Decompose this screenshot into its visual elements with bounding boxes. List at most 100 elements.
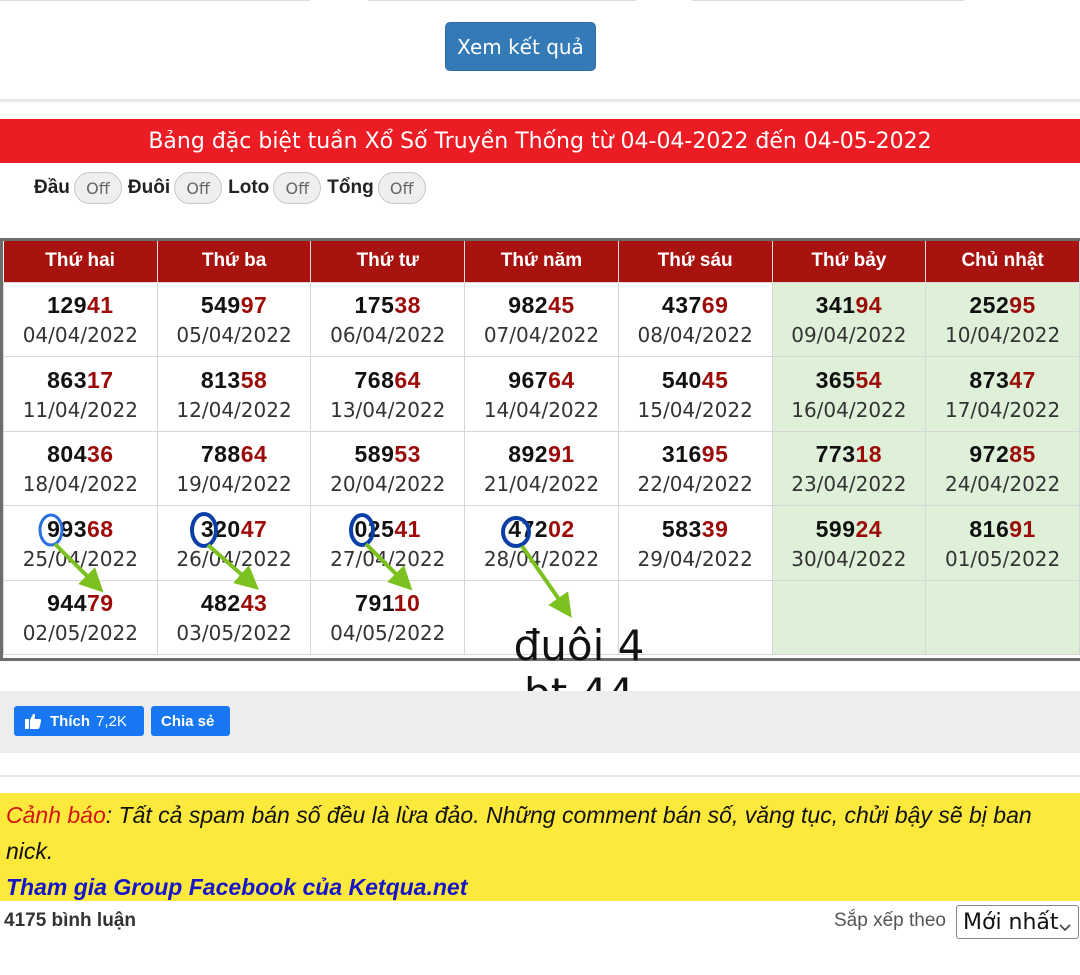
warning-notice: Cảnh báo: Tất cả spam bán số đều là lừa … [0,793,1080,901]
number-tail: 36 [86,441,114,468]
result-cell: 17538 06/04/2022 [310,281,466,357]
draw-date: 10/04/2022 [944,323,1061,348]
number-head: 967 [508,366,549,393]
result-cell: 77318 23/04/2022 [771,430,927,506]
result-cell: 32047 26/04/2022 [156,505,312,581]
draw-date: 24/04/2022 [944,472,1061,497]
number-head: 599 [815,515,856,542]
number-tail: 53 [394,441,421,468]
number-tail: 41 [86,292,114,319]
chevron-down-icon [1058,915,1072,932]
number-tail: 41 [394,515,421,542]
warning-label: Cảnh báo [6,802,106,828]
thumbs-up-icon [24,712,42,730]
number-head: 472 [508,515,549,542]
facebook-like-button[interactable]: Thích 7,2K [14,706,144,736]
result-cell: 31695 22/04/2022 [617,430,773,506]
draw-date: 04/04/2022 [22,323,138,348]
result-cell: 59924 30/04/2022 [771,505,927,581]
column-header: Thứ năm [464,241,619,282]
number-tail: 47 [1009,366,1036,393]
social-bar: Thích 7,2K Chia sẻ [0,691,1080,753]
number-head: 982 [508,292,549,319]
result-cell: 12941 04/04/2022 [3,281,158,357]
special-prize-number: 32047 [158,514,311,544]
column-header: Thứ ba [157,241,312,282]
special-prize-number: 97285 [926,439,1079,469]
top-divider [0,0,1080,3]
number-tail: 54 [855,366,883,393]
number-tail: 64 [394,366,421,393]
results-table-container: Thứ hai Thứ ba Thứ tư Thứ năm Thứ sáu Thứ bảy… [0,238,1080,661]
number-head: 863 [47,366,87,393]
number-tail: 18 [855,441,883,468]
number-tail: 02 [548,515,575,542]
result-cell: 48243 03/05/2022 [156,579,312,655]
special-prize-number: 99368 [4,514,157,544]
result-cell: 81358 12/04/2022 [156,356,312,432]
facebook-share-button[interactable]: Chia sẻ [151,706,230,736]
special-prize-number: 77318 [773,439,926,469]
special-prize-number: 02541 [311,514,464,544]
special-prize-number: 86317 [4,365,157,395]
number-tail: 17 [86,366,114,393]
draw-date: 15/04/2022 [637,397,753,422]
number-head: 972 [969,441,1010,468]
result-cell: 80436 18/04/2022 [3,430,158,506]
facebook-group-link[interactable]: Tham gia Group Facebook của Ketqua.net [6,869,1074,905]
result-cell: 25295 10/04/2022 [925,281,1080,357]
number-tail: 39 [701,515,729,542]
number-tail: 94 [855,292,883,319]
number-head: 583 [661,515,702,542]
number-head: 482 [200,590,241,617]
number-head: 320 [200,515,241,542]
number-tail: 85 [1009,441,1036,468]
special-prize-number: 94479 [4,588,157,618]
special-prize-number: 59924 [773,514,926,544]
number-tail: 10 [393,590,421,617]
draw-date: 03/05/2022 [176,621,292,646]
number-head: 791 [355,590,394,617]
number-head: 993 [47,515,87,542]
result-cell: 94479 02/05/2022 [3,579,158,655]
special-prize-number: 81691 [926,514,1079,544]
special-prize-number: 54045 [619,365,772,395]
annotation-line-1: đuôi 4 [513,621,645,670]
special-prize-number: 96764 [465,365,618,395]
like-label: Thích [50,712,90,730]
view-results-button[interactable]: Xem kết quả [445,22,596,71]
number-head: 129 [47,292,87,319]
toggle-tong[interactable]: Off [377,172,426,204]
draw-date: 16/04/2022 [791,397,907,422]
number-tail: 38 [394,292,421,319]
result-cell: 79110 04/05/2022 [310,579,466,655]
filter-toggles: Đầu Off Đuôi Off Loto Off Tổng Off [34,171,432,205]
result-cell: 98245 07/04/2022 [464,281,619,357]
toggle-duoi[interactable]: Off [174,172,223,204]
number-head: 873 [969,366,1010,393]
special-prize-number: 78864 [158,439,311,469]
toggle-dau[interactable]: Off [73,172,122,204]
draw-date: 21/04/2022 [483,472,600,497]
draw-date: 13/04/2022 [330,397,446,422]
special-prize-number: 36554 [773,365,926,395]
draw-date: 06/04/2022 [330,323,446,348]
special-prize-number: 43769 [619,290,772,320]
draw-date: 01/05/2022 [944,546,1061,571]
number-head: 540 [661,366,702,393]
special-prize-number: 98245 [465,290,618,320]
result-cell: 78864 19/04/2022 [156,430,312,506]
number-tail: 97 [240,292,268,319]
result-cell: 76864 13/04/2022 [310,356,466,432]
sort-select[interactable]: Mới nhất [956,905,1079,939]
toggle-loto[interactable]: Off [273,172,322,204]
result-cell: 34194 09/04/2022 [771,281,927,357]
result-cell: 54045 15/04/2022 [617,356,773,432]
draw-date: 09/04/2022 [791,323,907,348]
table-row: 99368 25/04/2022 32047 26/04/2022 02541 27/04… [3,505,1080,581]
result-cell: 47202 28/04/2022 [464,505,619,581]
number-tail: 45 [701,366,729,393]
draw-date: 02/05/2022 [22,621,138,646]
sort-select-value: Mới nhất [963,909,1059,935]
draw-date: 12/04/2022 [176,397,292,422]
